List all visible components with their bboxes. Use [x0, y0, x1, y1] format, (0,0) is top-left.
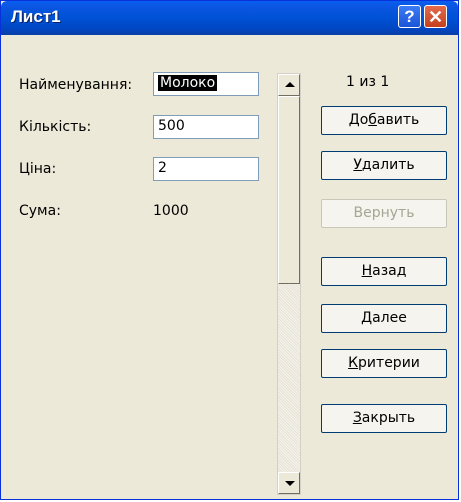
back-label-accel: Н [361, 263, 373, 279]
arrow-up-icon [285, 82, 295, 87]
sum-label: Сума: [19, 203, 61, 219]
add-label-accel: б [368, 112, 377, 128]
next-button[interactable]: Далее [321, 304, 447, 333]
delete-button[interactable]: Удалить [321, 151, 447, 180]
add-label-post: авить [376, 112, 420, 128]
window-title: Лист1 [11, 7, 61, 26]
data-form-dialog: Лист1 ? ✕ Найменування: Молоко Кількість… [0, 0, 459, 500]
arrow-down-icon [285, 481, 295, 486]
sum-value: 1000 [153, 203, 189, 219]
close-icon: ✕ [427, 7, 444, 27]
close-window-button[interactable]: ✕ [424, 5, 447, 28]
back-button[interactable]: Назад [321, 257, 447, 286]
quantity-value: 500 [158, 118, 185, 134]
back-label-post: азад [372, 263, 407, 279]
restore-button[interactable]: Вернуть [321, 199, 447, 228]
name-value: Молоко [158, 75, 218, 91]
record-counter: 1 из 1 [346, 74, 390, 90]
price-value: 2 [158, 160, 167, 176]
price-label: Ціна: [19, 161, 57, 177]
criteria-label-post: ритерии [358, 355, 420, 371]
criteria-label-accel: К [348, 355, 359, 371]
help-icon: ? [404, 7, 415, 26]
price-field[interactable]: 2 [153, 157, 259, 181]
scroll-thumb[interactable] [278, 96, 300, 284]
quantity-label: Кількість: [19, 119, 92, 135]
name-label: Найменування: [19, 77, 133, 93]
scroll-down-button[interactable] [278, 472, 300, 494]
add-label-pre: До [348, 112, 369, 128]
close-label-accel: З [352, 410, 362, 426]
close-label-post: акрыть [361, 410, 416, 426]
criteria-button[interactable]: Критерии [321, 349, 447, 378]
scroll-up-button[interactable] [278, 74, 300, 96]
close-button[interactable]: Закрыть [321, 404, 447, 433]
help-button[interactable]: ? [398, 5, 421, 28]
next-label-accel: Д [361, 310, 373, 326]
record-scrollbar[interactable] [277, 73, 301, 495]
delete-label-accel: У [353, 157, 362, 173]
restore-label: Вернуть [353, 205, 415, 221]
quantity-field[interactable]: 500 [153, 115, 259, 139]
next-label-post: алее [372, 310, 407, 326]
delete-label-post: далить [361, 157, 415, 173]
title-bar[interactable]: Лист1 ? ✕ [1, 1, 458, 35]
add-button[interactable]: Добавить [321, 106, 447, 135]
name-field[interactable]: Молоко [153, 72, 259, 96]
